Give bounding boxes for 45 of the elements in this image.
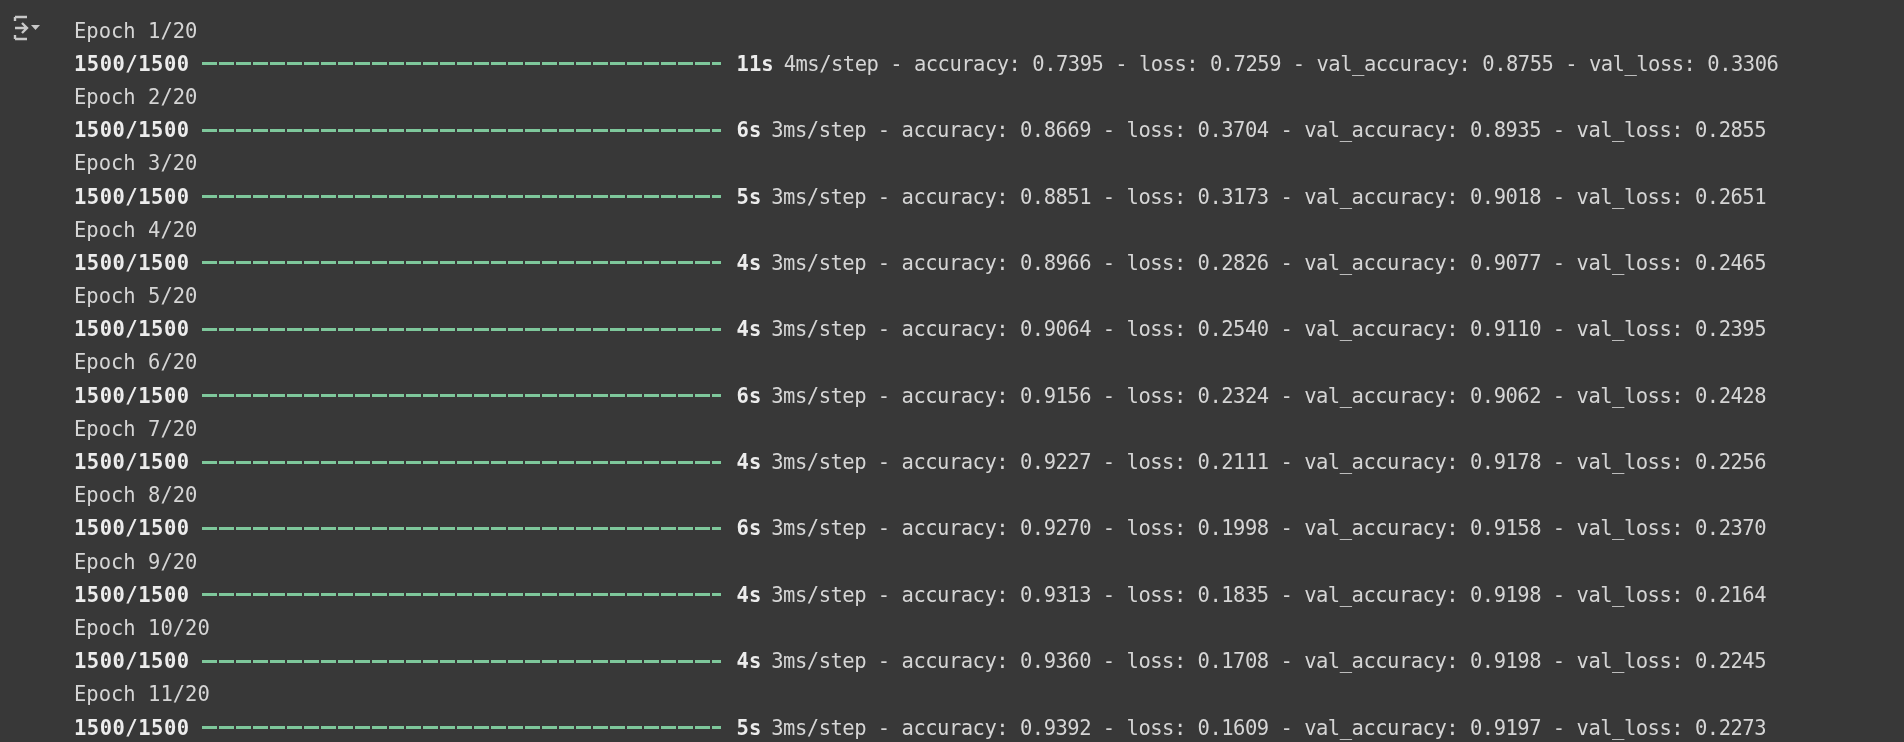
epoch-label: Epoch 4/20 — [74, 217, 198, 242]
epoch-time: 6s — [736, 516, 762, 541]
epoch-time: 5s — [736, 715, 762, 740]
epoch-label: Epoch 3/20 — [74, 151, 198, 176]
step-count: 1500/1500 — [74, 250, 190, 275]
epoch-label: Epoch 5/20 — [74, 284, 198, 309]
output-toggle-icon[interactable] — [12, 13, 42, 43]
epoch-time: 6s — [736, 118, 762, 143]
metrics-text: 3ms/step - accuracy: 0.9156 - loss: 0.2324 - val_accuracy: 0.9062 - val_loss: 0.2428 — [771, 383, 1766, 408]
epoch-time: 4s — [736, 450, 762, 475]
epoch-label: Epoch 11/20 — [74, 682, 210, 707]
epoch-label: Epoch 10/20 — [74, 615, 210, 640]
step-count: 1500/1500 — [74, 383, 190, 408]
step-count: 1500/1500 — [74, 317, 190, 342]
epoch-time: 4s — [736, 250, 762, 275]
epoch-label: Epoch 6/20 — [74, 350, 198, 375]
metrics-text: 3ms/step - accuracy: 0.8669 - loss: 0.3704 - val_accuracy: 0.8935 - val_loss: 0.2855 — [771, 118, 1766, 143]
metrics-text: 3ms/step - accuracy: 0.9227 - loss: 0.2111 - val_accuracy: 0.9178 - val_loss: 0.2256 — [771, 450, 1766, 475]
epoch-time: 6s — [736, 383, 762, 408]
step-count: 1500/1500 — [74, 649, 190, 674]
epoch-label: Epoch 8/20 — [74, 483, 198, 508]
metrics-text: 3ms/step - accuracy: 0.9064 - loss: 0.2540 - val_accuracy: 0.9110 - val_loss: 0.2395 — [771, 317, 1766, 342]
metrics-text: 3ms/step - accuracy: 0.9270 - loss: 0.1998 - val_accuracy: 0.9158 - val_loss: 0.2370 — [771, 516, 1766, 541]
epoch-label: Epoch 7/20 — [74, 416, 198, 441]
epoch-time: 5s — [736, 184, 762, 209]
step-count: 1500/1500 — [74, 184, 190, 209]
step-count: 1500/1500 — [74, 118, 190, 143]
epoch-time: 11s — [736, 51, 774, 76]
metrics-text: 3ms/step - accuracy: 0.9392 - loss: 0.1609 - val_accuracy: 0.9197 - val_loss: 0.2273 — [771, 715, 1766, 740]
epoch-label: Epoch 2/20 — [74, 84, 198, 109]
step-count: 1500/1500 — [74, 715, 190, 740]
step-count: 1500/1500 — [74, 450, 190, 475]
epoch-time: 4s — [736, 649, 762, 674]
step-count: 1500/1500 — [74, 51, 190, 76]
step-count: 1500/1500 — [74, 582, 190, 607]
epoch-time: 4s — [736, 582, 762, 607]
metrics-text: 4ms/step - accuracy: 0.7395 - loss: 0.7259 - val_accuracy: 0.8755 - val_loss: 0.3306 — [783, 51, 1779, 76]
step-count: 1500/1500 — [74, 516, 190, 541]
epoch-time: 4s — [736, 317, 762, 342]
epoch-label: Epoch 9/20 — [74, 549, 198, 574]
epoch-label: Epoch 1/20 — [74, 18, 198, 43]
metrics-text: 3ms/step - accuracy: 0.8966 - loss: 0.2826 - val_accuracy: 0.9077 - val_loss: 0.2465 — [771, 250, 1766, 275]
metrics-text: 3ms/step - accuracy: 0.9360 - loss: 0.1708 - val_accuracy: 0.9198 - val_loss: 0.2245 — [771, 649, 1766, 674]
metrics-text: 3ms/step - accuracy: 0.8851 - loss: 0.3173 - val_accuracy: 0.9018 - val_loss: 0.2651 — [771, 184, 1766, 209]
metrics-text: 3ms/step - accuracy: 0.9313 - loss: 0.1835 - val_accuracy: 0.9198 - val_loss: 0.2164 — [771, 582, 1766, 607]
